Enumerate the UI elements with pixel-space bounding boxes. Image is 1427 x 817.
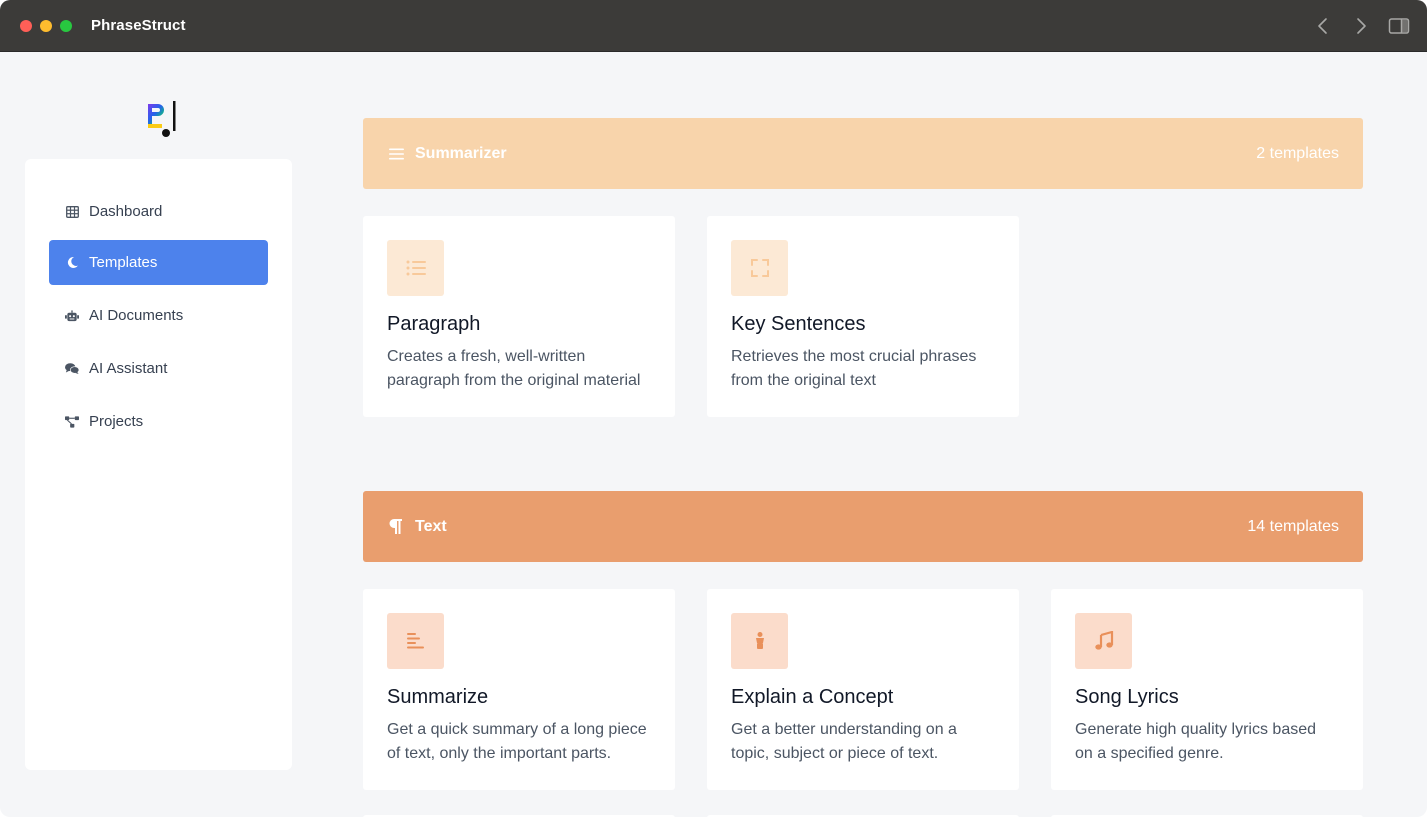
category-banner-summarizer[interactable]: Summarizer 2 templates bbox=[363, 118, 1363, 189]
card-icon-box bbox=[731, 613, 788, 669]
card-description: Creates a fresh, well-written paragraph … bbox=[387, 345, 651, 393]
card-title: Paragraph bbox=[387, 313, 481, 335]
category-template-count: 2 templates bbox=[1256, 144, 1339, 162]
template-card-song-lyrics[interactable]: Song Lyrics Generate high quality lyrics… bbox=[1051, 589, 1363, 790]
moon-icon bbox=[65, 256, 79, 270]
card-description-line: of text, only the important parts. bbox=[387, 745, 612, 762]
card-icon-box bbox=[731, 240, 788, 296]
comments-icon bbox=[65, 362, 79, 376]
card-description: Get a better understanding on a topic, s… bbox=[731, 718, 995, 766]
sidebar-item-label: Dashboard bbox=[89, 203, 163, 220]
card-description-line: from the original text bbox=[731, 372, 876, 389]
card-description-line: on a specified genre. bbox=[1075, 745, 1224, 762]
app-window: PhraseStruct Dashboard Templates AI Docu… bbox=[0, 0, 1427, 817]
card-description-line: Generate high quality lyrics based bbox=[1075, 721, 1317, 738]
card-description-line: topic, subject or piece of text. bbox=[731, 745, 939, 762]
card-icon-box bbox=[387, 613, 444, 669]
sidebar-item-label: Projects bbox=[89, 413, 144, 430]
close-window-button[interactable] bbox=[20, 20, 32, 32]
card-description-line: paragraph from the original material bbox=[387, 372, 641, 389]
minimize-window-button[interactable] bbox=[40, 20, 52, 32]
card-title: Key Sentences bbox=[731, 313, 866, 335]
sidebar-item-label: Templates bbox=[89, 254, 158, 271]
sidebar: Dashboard Templates AI Documents AI Assi… bbox=[25, 159, 292, 770]
template-card-key-sentences[interactable]: Key Sentences Retrieves the most crucial… bbox=[707, 216, 1019, 417]
expand-icon bbox=[750, 259, 769, 277]
bars-icon bbox=[389, 146, 405, 162]
card-description-line: Retrieves the most crucial phrases bbox=[731, 348, 977, 365]
card-description-line: Get a quick summary of a long piece bbox=[387, 721, 647, 738]
card-description-line: Get a better understanding on a bbox=[731, 721, 957, 738]
sidebar-item-ai-assistant[interactable]: AI Assistant bbox=[49, 346, 268, 391]
sidebar-item-label: AI Assistant bbox=[89, 360, 168, 377]
forward-arrow-icon[interactable] bbox=[1351, 16, 1371, 36]
title-bar: PhraseStruct bbox=[0, 0, 1427, 52]
card-icon-box bbox=[387, 240, 444, 296]
align-left-icon bbox=[406, 633, 424, 649]
card-title: Explain a Concept bbox=[731, 686, 894, 708]
category-title: Summarizer bbox=[415, 144, 507, 162]
sidebar-item-label: AI Documents bbox=[89, 307, 184, 324]
sidebar-item-ai-documents[interactable]: AI Documents bbox=[49, 293, 268, 338]
card-title: Summarize bbox=[387, 686, 489, 708]
list-icon bbox=[406, 260, 426, 276]
diagram-icon bbox=[65, 415, 79, 429]
back-arrow-icon[interactable] bbox=[1313, 16, 1333, 36]
card-description-line: Creates a fresh, well-written bbox=[387, 348, 586, 365]
sidebar-item-projects[interactable]: Projects bbox=[49, 399, 268, 444]
card-title: Song Lyrics bbox=[1075, 686, 1179, 708]
card-icon-box bbox=[1075, 613, 1132, 669]
child-icon bbox=[755, 632, 764, 649]
music-icon bbox=[1094, 631, 1113, 650]
category-template-count: 14 templates bbox=[1247, 517, 1339, 535]
card-description: Get a quick summary of a long piece of t… bbox=[387, 718, 651, 766]
category-title: Text bbox=[415, 517, 447, 535]
sidebar-toggle-icon[interactable] bbox=[1388, 16, 1410, 36]
robot-icon bbox=[65, 309, 79, 323]
maximize-window-button[interactable] bbox=[60, 20, 72, 32]
app-title: PhraseStruct bbox=[91, 17, 186, 34]
table-icon bbox=[65, 205, 79, 219]
main-content: Dashboard Templates AI Documents AI Assi… bbox=[0, 53, 1427, 817]
template-card-summarize[interactable]: Summarize Get a quick summary of a long … bbox=[363, 589, 675, 790]
category-banner-text[interactable]: Text 14 templates bbox=[363, 491, 1363, 562]
card-description: Retrieves the most crucial phrases from … bbox=[731, 345, 995, 393]
card-description: Generate high quality lyrics based on a … bbox=[1075, 718, 1339, 766]
sidebar-item-dashboard[interactable]: Dashboard bbox=[49, 189, 268, 234]
template-card-paragraph[interactable]: Paragraph Creates a fresh, well-written … bbox=[363, 216, 675, 417]
app-logo-icon bbox=[148, 101, 176, 137]
sidebar-item-templates[interactable]: Templates bbox=[49, 240, 268, 285]
paragraph-icon bbox=[389, 519, 405, 535]
template-card-explain-a-concept[interactable]: Explain a Concept Get a better understan… bbox=[707, 589, 1019, 790]
